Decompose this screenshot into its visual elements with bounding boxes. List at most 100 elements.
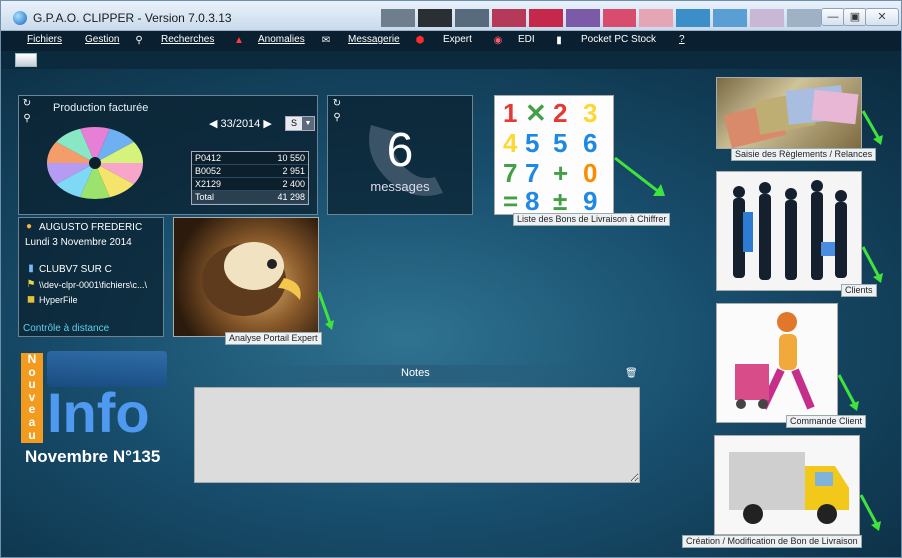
menu-fichiers[interactable]: Fichiers [27,34,62,45]
svg-text:5: 5 [553,128,567,158]
creation-bl-caption[interactable]: Création / Modification de Bon de Livrai… [682,535,862,548]
numbers-icon: 1 ✕ 2 3 4 5 5 6 7 7 + 0 = 8 ± 9 [503,98,597,215]
remote-control-link[interactable]: Contrôle à distance [23,323,109,334]
period-value: 33/2014 [220,118,261,130]
chevron-down-icon: ▼ [302,117,314,130]
svg-text:1: 1 [503,98,517,128]
clients-tile[interactable] [716,171,862,291]
database-name: CLUBV7 SUR C [39,264,112,275]
arrow-icon [837,374,859,411]
menu-gestion[interactable]: Gestion [85,34,119,45]
database-engine: HyperFile [39,295,78,305]
svg-text:0: 0 [583,158,597,188]
app-icon [13,11,27,25]
svg-text:6: 6 [583,128,597,158]
messages-count: 6 [386,124,414,177]
production-pie-chart [47,127,143,199]
unit-select[interactable]: S ▼ [285,116,315,131]
refresh-icon[interactable]: ↻ [21,97,33,110]
notes-title: Notes [401,367,430,379]
creation-bl-tile[interactable] [714,435,860,535]
svg-text:✕: ✕ [525,98,547,128]
menu-bar: Fichiers Gestion ⚲ Recherches ▲ Anomalie… [1,31,901,51]
binoculars-icon: ⚲ [135,35,143,46]
svg-text:4: 4 [503,128,518,158]
menu-help[interactable]: ? [679,34,685,45]
user-icon: ● [25,221,33,232]
svg-text:2: 2 [553,98,567,128]
toolbar-toggle-button[interactable] [15,53,37,67]
hyperfile-icon: ◼ [26,294,36,305]
network-path-icon: ⚑ [26,279,36,290]
pda-icon: ▮ [556,35,562,46]
stop-icon: ⬢ [415,35,425,46]
shopper-icon [735,312,815,410]
arrow-icon [861,246,883,283]
menu-messagerie[interactable]: Messagerie [348,34,400,45]
truck-icon [729,452,849,524]
window-title: G.P.A.O. CLIPPER - Version 7.0.3.13 [33,11,232,25]
banknotes-icon [723,85,859,148]
commande-tile[interactable] [716,303,838,423]
refresh-icon[interactable]: ↻ [331,97,343,110]
title-bar: G.P.A.O. CLIPPER - Version 7.0.3.13 — ▣ … [1,1,901,31]
production-title: Production facturée [53,102,149,114]
messages-label: messages [370,179,430,194]
user-name: AUGUSTO FREDERIC [39,222,143,233]
nouveau-banner: Nouveau [21,353,43,443]
arrow-icon [317,291,334,330]
nouveau-letters: Nouveau [27,352,37,442]
warning-icon: ▲ [234,35,244,46]
clipinfo-issue[interactable]: Novembre N°135 [25,447,160,467]
search-icon[interactable]: ⚲ [21,112,33,125]
people-icon [733,180,847,280]
database-icon: ▮ [28,263,34,274]
period-selector: ◀ 33/2014 ▶ [209,117,272,130]
menu-edi[interactable]: EDI [518,34,535,45]
trash-icon[interactable]: 🗑 [625,368,638,380]
titlebar-thumbnail-strip [381,9,822,27]
portail-expert-tile[interactable] [173,217,319,337]
period-prev-button[interactable]: ◀ [209,118,217,130]
svg-text:7: 7 [525,158,539,188]
menu-recherches[interactable]: Recherches [161,34,214,45]
svg-text:3: 3 [583,98,597,128]
notes-textarea[interactable] [194,387,640,483]
table-row: P0412 10 550 [192,152,308,165]
menu-anomalies[interactable]: Anomalies [258,34,305,45]
svg-text:=: = [503,186,518,215]
close-button[interactable]: ✕ [865,8,899,26]
arrow-icon [614,156,665,196]
clipinfo-brand: Info [47,381,150,444]
globe-icon: ◉ [493,35,503,46]
minimize-button[interactable]: — [821,8,845,26]
svg-text:7: 7 [503,158,517,188]
maximize-button[interactable]: ▣ [843,8,867,26]
table-row: B0052 2 951 [192,165,308,178]
menu-pocket-pc-stock[interactable]: Pocket PC Stock [581,34,656,45]
table-total-row: Total 41 298 [192,191,308,204]
arrow-icon [859,494,881,531]
svg-text:+: + [553,158,568,188]
unit-select-value: S [290,118,297,128]
svg-text:±: ± [553,186,567,215]
svg-text:8: 8 [525,186,539,215]
bons-livraison-tile[interactable]: 1 ✕ 2 3 4 5 5 6 7 7 + 0 = 8 ± 9 [494,95,614,215]
table-row: X2129 2 400 [192,178,308,191]
bons-livraison-caption[interactable]: Liste des Bons de Livraison à Chiffrer [513,213,671,226]
user-date: Lundi 3 Novembre 2014 [25,237,132,248]
menu-expert[interactable]: Expert [443,34,472,45]
reglements-caption[interactable]: Saisie des Règlements / Relances [731,148,877,161]
reglements-tile[interactable] [716,77,862,149]
mail-icon: ✉ [321,35,331,46]
clients-caption[interactable]: Clients [841,284,877,297]
svg-text:9: 9 [583,186,597,215]
period-next-button[interactable]: ▶ [263,118,271,130]
eagle-icon [202,242,301,316]
app-window: G.P.A.O. CLIPPER - Version 7.0.3.13 — ▣ … [0,0,902,558]
portail-expert-caption[interactable]: Analyse Portail Expert [225,332,322,345]
production-table: P0412 10 550 B0052 2 951 X2129 2 400 Total 4… [191,151,309,205]
user-info-panel [18,217,164,337]
network-path: \\dev-clpr-0001\fichiers\c...\ [39,280,148,290]
commande-caption[interactable]: Commande Client [786,415,867,428]
